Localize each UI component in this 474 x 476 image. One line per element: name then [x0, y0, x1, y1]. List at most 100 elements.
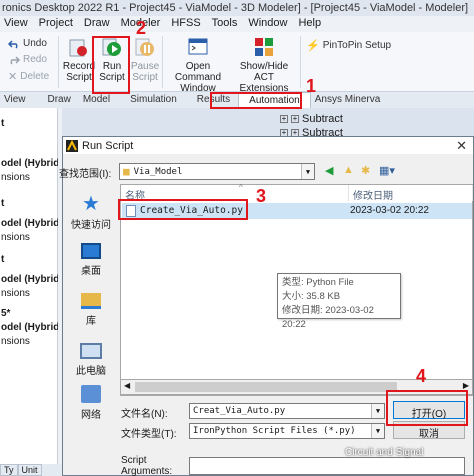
undo-button[interactable]: Undo — [8, 38, 47, 49]
place-this-pc[interactable]: 此电脑 — [63, 343, 119, 377]
filename-label: 文件名(N): — [121, 409, 168, 420]
annotation-number: 1 — [306, 76, 317, 96]
tree-item[interactable]: nsions — [1, 336, 58, 347]
ribbon-separator — [300, 36, 301, 88]
look-in-label: 查找范围(I): — [59, 169, 112, 180]
act-extensions-icon — [255, 38, 273, 56]
desktop-icon — [81, 243, 101, 259]
tab-view[interactable]: View — [0, 92, 34, 108]
delete-button[interactable]: ✕ Delete — [8, 70, 49, 83]
filetype-label: 文件类型(T): — [121, 429, 177, 440]
ribbon-separator — [162, 36, 163, 88]
menu-view[interactable]: View — [0, 16, 35, 32]
place-desktop[interactable]: 桌面 — [63, 243, 119, 277]
network-icon — [81, 385, 101, 403]
pause-script-button[interactable]: Pause Script — [130, 36, 160, 83]
pause-script-icon — [135, 38, 154, 56]
ansys-icon — [66, 139, 78, 152]
project-tree: t odel (Hybrid T nsions t odel (Hybrid T… — [0, 108, 58, 476]
tab-model[interactable]: Model — [79, 92, 118, 108]
annotation-box — [386, 390, 468, 426]
new-folder-icon[interactable]: ✱ — [361, 164, 370, 177]
command-window-icon — [188, 38, 208, 55]
tree-item[interactable]: nsions — [1, 172, 58, 183]
star-icon: ★ — [82, 193, 100, 215]
filetype-select[interactable]: IronPython Script Files (*.py) ▼ — [189, 423, 385, 439]
annotation-box — [210, 92, 302, 109]
chevron-down-icon: ▼ — [301, 164, 314, 179]
menu-bar: View Project Draw Modeler HFSS Tools Win… — [0, 16, 474, 32]
record-script-button[interactable]: Record Script — [62, 36, 96, 83]
back-icon[interactable]: ◀ — [325, 164, 333, 177]
look-in-select[interactable]: ■ Via_Model ▼ — [119, 163, 315, 180]
bottom-tab[interactable]: Unit — [17, 464, 42, 476]
sort-arrow-icon: ^ — [239, 183, 243, 192]
computer-icon — [80, 343, 102, 359]
tree-item[interactable]: nsions — [1, 288, 58, 299]
places-bar: ★ 快速访问 桌面 库 此电脑 网络 — [63, 185, 119, 443]
expand-icon[interactable]: + — [291, 115, 299, 123]
tree-item[interactable]: t — [1, 254, 58, 265]
delete-icon: ✕ — [8, 71, 18, 83]
annotation-number: 3 — [256, 186, 267, 206]
menu-tools[interactable]: Tools — [208, 16, 245, 32]
script-arguments-input[interactable] — [189, 457, 465, 475]
scroll-left-icon[interactable]: ◀ — [124, 381, 130, 390]
place-libraries[interactable]: 库 — [63, 293, 119, 327]
menu-help[interactable]: Help — [294, 16, 328, 32]
annotation-box — [92, 36, 130, 94]
menu-draw[interactable]: Draw — [80, 16, 117, 32]
place-quick-access[interactable]: ★ 快速访问 — [63, 191, 119, 231]
bottom-tab[interactable]: Ty — [0, 464, 18, 476]
app-title: ronics Desktop 2022 R1 - Project45 - Via… — [0, 0, 474, 16]
undo-icon — [8, 39, 18, 48]
annotation-number: 4 — [416, 366, 427, 386]
tree-item[interactable]: 5* — [1, 308, 58, 319]
close-icon[interactable]: ✕ — [456, 138, 467, 154]
tree-item[interactable]: + + Subtract — [280, 112, 474, 126]
tree-item[interactable]: odel (Hybrid T — [1, 158, 58, 169]
watermark: Circuit and Signal — [345, 447, 424, 458]
lightning-icon: ⚡ — [306, 40, 320, 52]
column-header-modified[interactable]: 修改日期 — [349, 185, 473, 202]
annotation-number: 2 — [136, 18, 147, 38]
annotation-box — [118, 199, 248, 220]
chevron-down-icon[interactable]: ▼ — [371, 424, 384, 438]
ribbon: Undo Redo ✕ Delete Record Script Run Scr… — [0, 32, 474, 94]
redo-button[interactable]: Redo — [8, 54, 47, 65]
file-tooltip: 类型: Python File 大小: 35.8 KB 修改日期: 2023-0… — [277, 273, 401, 330]
place-network[interactable]: 网络 — [63, 385, 119, 421]
pintopin-setup-button[interactable]: ⚡ PinToPin Setup — [306, 39, 391, 52]
tab-ansys-minerva[interactable]: Ansys Minerva — [311, 92, 389, 108]
ribbon-separator — [58, 36, 59, 88]
dialog-title: Run Script — [82, 139, 134, 152]
menu-project[interactable]: Project — [35, 16, 80, 32]
record-script-icon — [69, 39, 87, 57]
redo-icon — [10, 55, 20, 64]
tab-simulation[interactable]: Simulation — [118, 92, 185, 108]
tab-draw[interactable]: Draw — [34, 92, 79, 108]
dialog-titlebar: Run Script — [63, 137, 473, 154]
tree-item[interactable]: nsions — [1, 232, 58, 243]
library-icon — [81, 293, 101, 309]
view-menu-icon[interactable]: ▦▾ — [379, 164, 395, 177]
tree-item[interactable]: odel (Hybrid — [1, 322, 58, 333]
script-arguments-label: Script Arguments: — [121, 455, 173, 476]
expand-icon[interactable]: + — [280, 115, 288, 123]
open-command-window-button[interactable]: Open Command Window — [164, 36, 232, 94]
menu-window[interactable]: Window — [244, 16, 294, 32]
tree-item[interactable]: t — [1, 118, 58, 129]
tree-item[interactable]: odel (Hybrid T — [1, 274, 58, 285]
scroll-right-icon[interactable]: ▶ — [463, 381, 469, 390]
show-hide-act-button[interactable]: Show/Hide ACT Extensions — [232, 36, 296, 94]
chevron-down-icon[interactable]: ▼ — [371, 404, 384, 418]
bottom-tabs: Ty Unit — [0, 464, 62, 476]
look-in-row: 查找范围(I): ■ Via_Model ▼ ◀ ▲ ✱ ▦▾ — [59, 161, 473, 181]
file-modified: 2023-03-02 20:22 — [350, 205, 429, 216]
scroll-thumb[interactable] — [135, 382, 397, 392]
up-folder-icon[interactable]: ▲ — [343, 164, 354, 176]
tree-item[interactable]: odel (Hybrid T — [1, 218, 58, 229]
tree-item[interactable]: t — [1, 198, 58, 209]
menu-hfss[interactable]: HFSS — [167, 16, 207, 32]
filename-input[interactable]: Creat_Via_Auto.py ▼ — [189, 403, 385, 419]
